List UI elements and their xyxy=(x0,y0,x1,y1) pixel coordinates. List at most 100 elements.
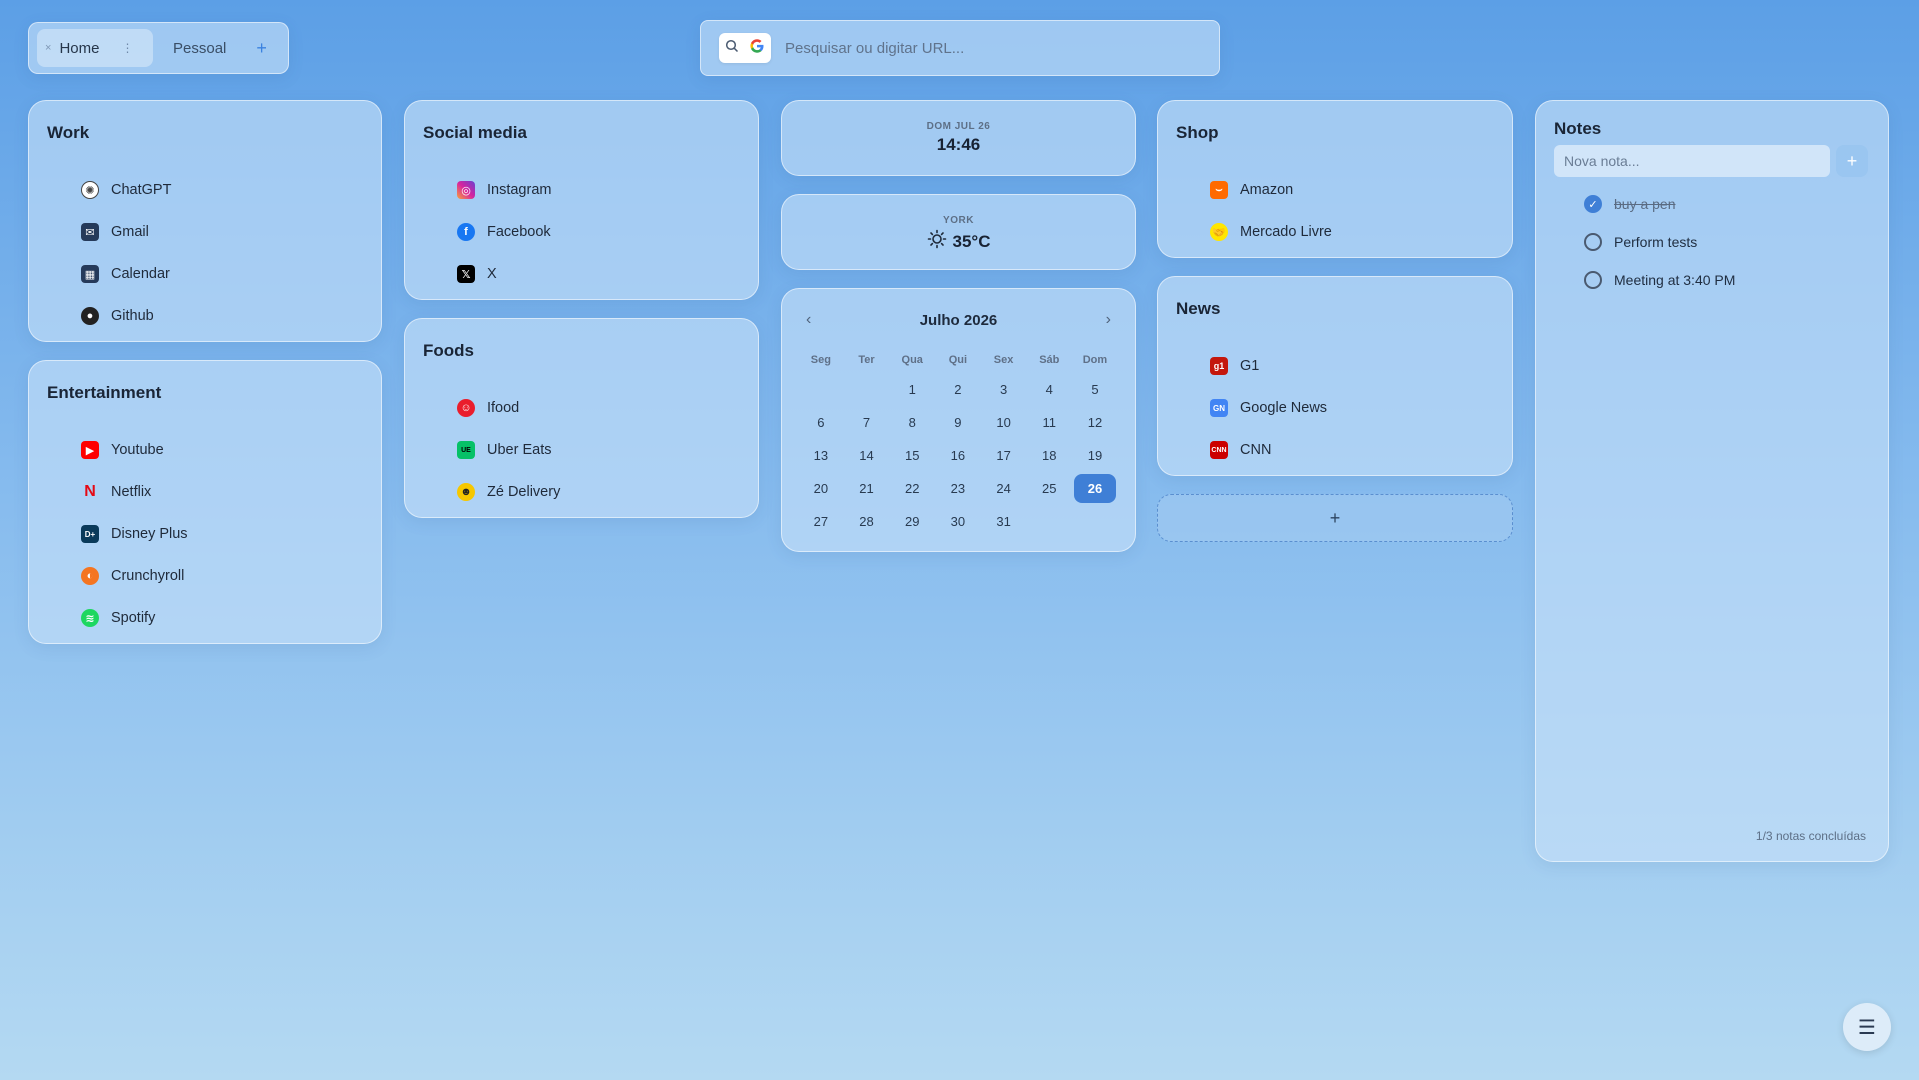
instagram-icon: ◎ xyxy=(457,181,475,199)
link-list: g1 G1 GN Google News CNN CNN xyxy=(1210,345,1327,471)
link-netflix[interactable]: N Netflix xyxy=(81,471,188,513)
link-x[interactable]: 𝕏X xyxy=(457,253,551,295)
group-title: Work xyxy=(47,123,90,142)
menu-button[interactable]: ☰ xyxy=(1843,1003,1891,1051)
calendar-day[interactable]: 13 xyxy=(798,439,844,472)
link-list: ▶ Youtube N Netflix D+ Disney Plus ◐ Crunchy… xyxy=(81,429,188,639)
x-icon: 𝕏 xyxy=(457,265,475,283)
calendar-day[interactable]: 28 xyxy=(844,505,890,538)
link-mercado-livre[interactable]: 🤝 Mercado Livre xyxy=(1210,211,1332,253)
calendar-blank xyxy=(798,373,844,406)
calendar-day[interactable]: 29 xyxy=(889,505,935,538)
calendar-day[interactable]: 16 xyxy=(935,439,981,472)
calendar-day[interactable]: 31 xyxy=(981,505,1027,538)
new-note-input[interactable] xyxy=(1554,145,1830,177)
group-title: Social media xyxy=(423,123,527,142)
calendar-day[interactable]: 27 xyxy=(798,505,844,538)
link-uber-eats[interactable]: UE Uber Eats xyxy=(457,429,560,471)
mercado-livre-icon: 🤝 xyxy=(1210,223,1228,241)
calendar-day[interactable]: 11 xyxy=(1026,406,1072,439)
link-gmail[interactable]: ✉ Gmail xyxy=(81,211,171,253)
link-calendar[interactable]: ▦ Calendar xyxy=(81,253,171,295)
calendar-day[interactable]: 15 xyxy=(889,439,935,472)
link-g1[interactable]: g1 G1 xyxy=(1210,345,1327,387)
calendar-day-today[interactable]: 26 xyxy=(1072,472,1118,505)
group-news: News g1 G1 GN Google News CNN CNN xyxy=(1157,276,1513,476)
sun-icon xyxy=(927,229,947,254)
tab-options-icon[interactable]: ⋮ xyxy=(121,41,133,55)
add-group-button[interactable]: + xyxy=(1157,494,1513,542)
calendar-day[interactable]: 8 xyxy=(889,406,935,439)
calendar-day[interactable]: 17 xyxy=(981,439,1027,472)
calendar-day[interactable]: 2 xyxy=(935,373,981,406)
google-icon[interactable] xyxy=(749,38,765,59)
search-engine-selector[interactable] xyxy=(719,33,771,63)
checked-icon[interactable]: ✓ xyxy=(1584,195,1602,213)
search-input[interactable] xyxy=(785,39,1201,57)
search-icon xyxy=(725,39,739,58)
spotify-icon: ≋ xyxy=(81,609,99,627)
tab-bar: × Home ⋮ Pessoal + xyxy=(28,22,289,74)
close-icon[interactable]: × xyxy=(45,42,51,54)
google-news-icon: GN xyxy=(1210,399,1228,417)
link-ze-delivery[interactable]: ☻ Zé Delivery xyxy=(457,471,560,513)
link-spotify[interactable]: ≋ Spotify xyxy=(81,597,188,639)
link-disney-plus[interactable]: D+ Disney Plus xyxy=(81,513,188,555)
calendar-day[interactable]: 18 xyxy=(1026,439,1072,472)
disney-plus-icon: D+ xyxy=(81,525,99,543)
calendar-day[interactable]: 24 xyxy=(981,472,1027,505)
note-item: Meeting at 3:40 PM xyxy=(1584,261,1735,299)
calendar-day[interactable]: 7 xyxy=(844,406,890,439)
calendar-day[interactable]: 6 xyxy=(798,406,844,439)
link-google-news[interactable]: GN Google News xyxy=(1210,387,1327,429)
add-note-button[interactable]: + xyxy=(1836,145,1868,177)
calendar-widget: ‹ Julho 2026 › Seg Ter Qua Qui Sex Sáb Dom 1 2 3 4… xyxy=(781,288,1136,552)
calendar-day[interactable]: 21 xyxy=(844,472,890,505)
calendar-day[interactable]: 9 xyxy=(935,406,981,439)
calendar-day[interactable]: 25 xyxy=(1026,472,1072,505)
link-cnn[interactable]: CNN CNN xyxy=(1210,429,1327,471)
calendar-day[interactable]: 20 xyxy=(798,472,844,505)
calendar-day[interactable]: 1 xyxy=(889,373,935,406)
add-tab-button[interactable]: + xyxy=(256,38,267,59)
calendar-weekday: Ter xyxy=(858,354,875,366)
link-amazon[interactable]: ⌣ Amazon xyxy=(1210,169,1332,211)
link-chatgpt[interactable]: ✺ ChatGPT xyxy=(81,169,171,211)
chevron-right-icon[interactable]: › xyxy=(1106,311,1111,329)
calendar-weekday: Sex xyxy=(993,354,1014,366)
calendar-day[interactable]: 30 xyxy=(935,505,981,538)
tab-home[interactable]: × Home ⋮ xyxy=(37,29,153,67)
link-ifood[interactable]: ☺ Ifood xyxy=(457,387,560,429)
weather-city: YORK xyxy=(943,215,974,226)
calendar-day[interactable]: 22 xyxy=(889,472,935,505)
link-facebook[interactable]: f Facebook xyxy=(457,211,551,253)
netflix-icon: N xyxy=(84,483,96,500)
link-github[interactable]: ● Github xyxy=(81,295,171,337)
group-shop: Shop ⌣ Amazon 🤝 Mercado Livre xyxy=(1157,100,1513,258)
calendar-day[interactable]: 4 xyxy=(1026,373,1072,406)
chevron-left-icon[interactable]: ‹ xyxy=(806,311,811,329)
calendar-day[interactable]: 12 xyxy=(1072,406,1118,439)
calendar-day[interactable]: 3 xyxy=(981,373,1027,406)
youtube-icon: ▶ xyxy=(81,441,99,459)
link-list: ⌣ Amazon 🤝 Mercado Livre xyxy=(1210,169,1332,253)
calendar-day[interactable]: 10 xyxy=(981,406,1027,439)
calendar-day[interactable]: 5 xyxy=(1072,373,1118,406)
calendar-day[interactable]: 14 xyxy=(844,439,890,472)
unchecked-icon[interactable] xyxy=(1584,271,1602,289)
link-crunchyroll[interactable]: ◐ Crunchyroll xyxy=(81,555,188,597)
note-item: ✓ buy a pen xyxy=(1584,185,1735,223)
unchecked-icon[interactable] xyxy=(1584,233,1602,251)
clock-date: DOM JUL 26 xyxy=(926,121,991,132)
search-bar xyxy=(700,20,1220,76)
uber-eats-icon: UE xyxy=(457,441,475,459)
link-list: ✺ ChatGPT ✉ Gmail ▦ Calendar ● Github xyxy=(81,169,171,337)
tab-pessoal[interactable]: Pessoal xyxy=(159,29,240,67)
link-youtube[interactable]: ▶ Youtube xyxy=(81,429,188,471)
calendar-day[interactable]: 19 xyxy=(1072,439,1118,472)
link-instagram[interactable]: ◎ Instagram xyxy=(457,169,551,211)
calendar-weekday: Qua xyxy=(901,354,923,366)
calendar-month-title: Julho 2026 xyxy=(919,311,998,329)
group-work: Work ✺ ChatGPT ✉ Gmail ▦ Calendar ● Github xyxy=(28,100,382,342)
calendar-day[interactable]: 23 xyxy=(935,472,981,505)
